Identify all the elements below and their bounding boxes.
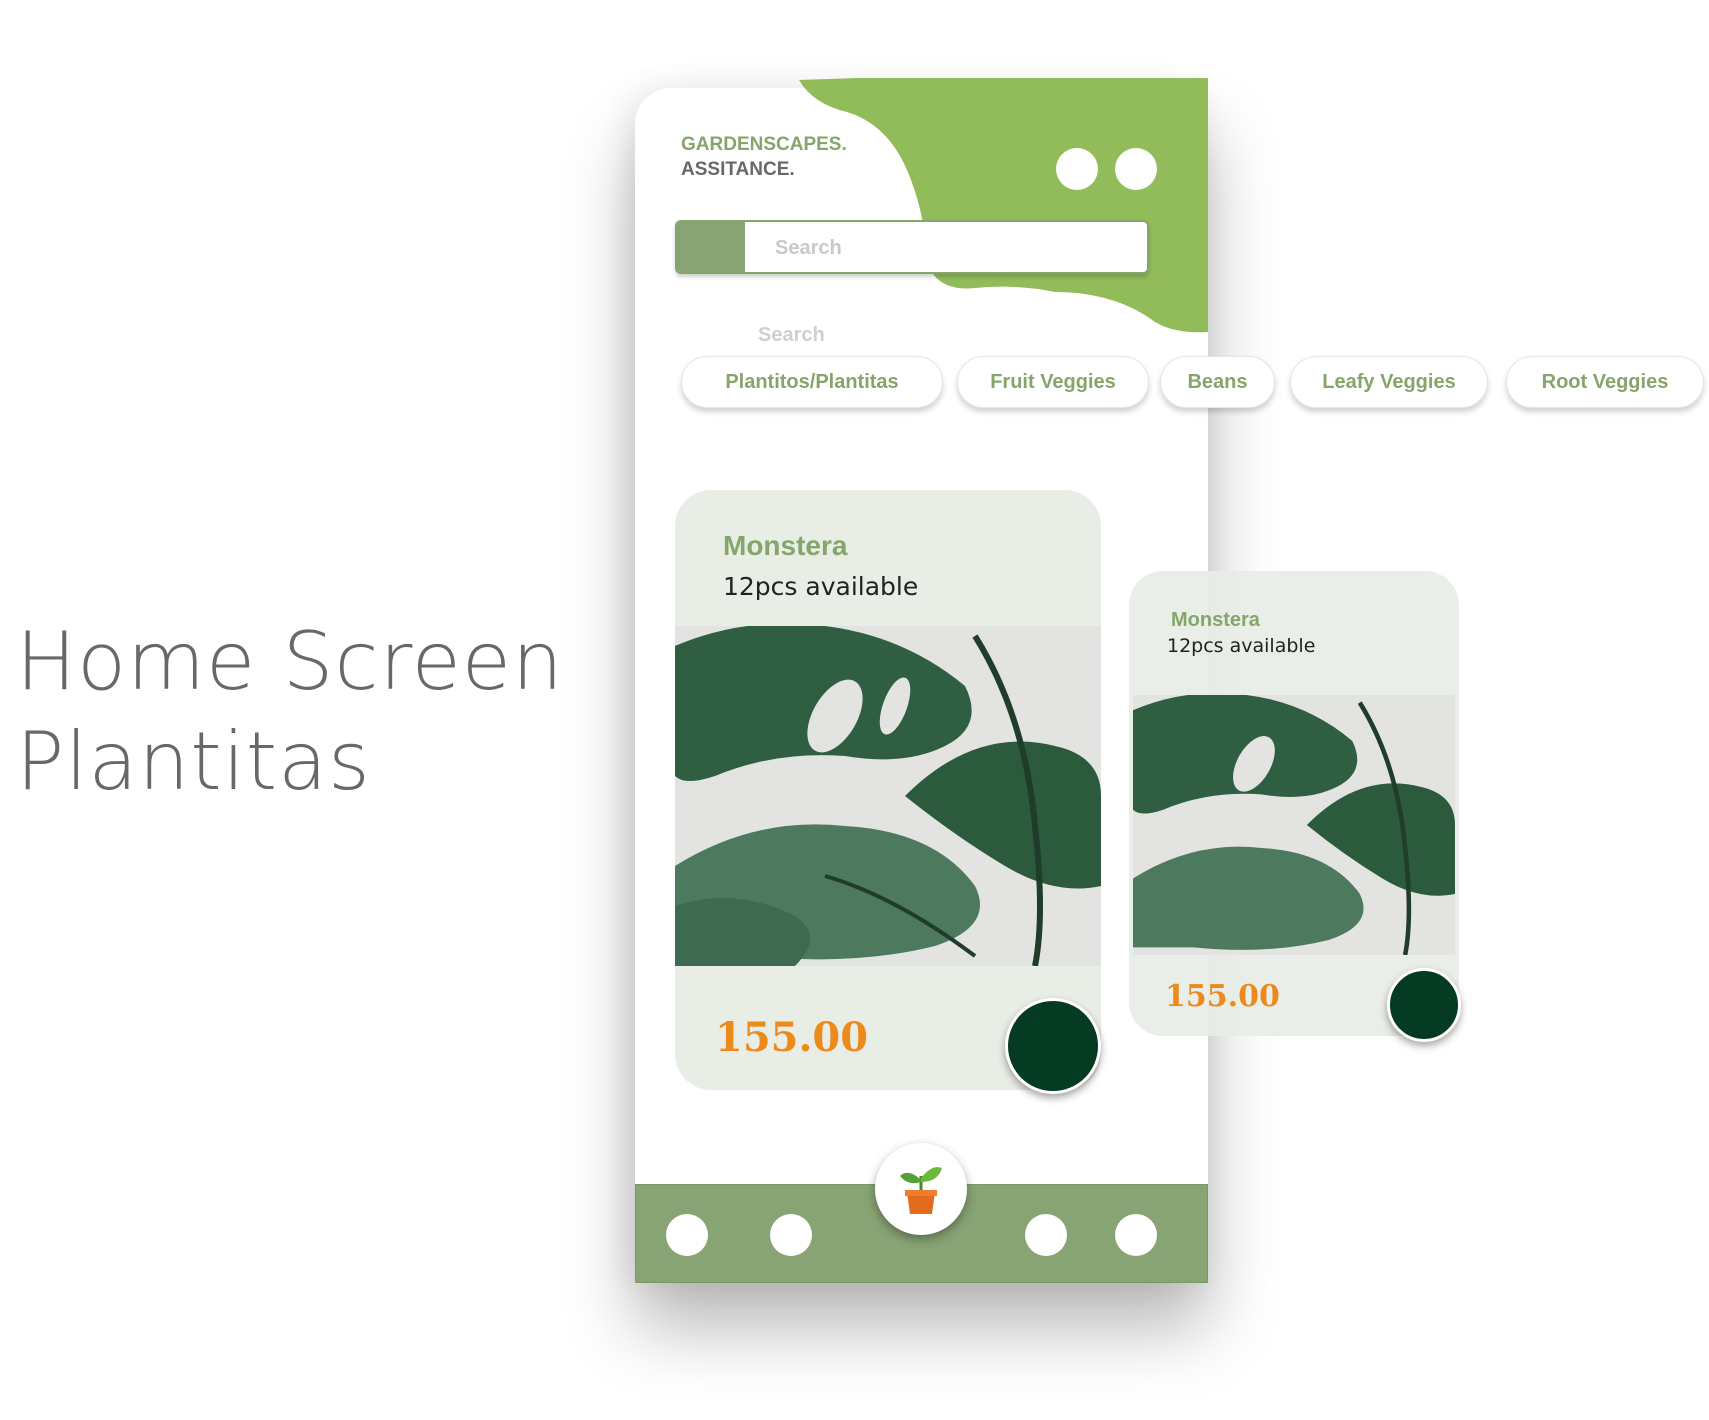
header-blob [799, 78, 1208, 333]
search-input[interactable] [773, 222, 1127, 272]
caption-line-2: Plantitas [16, 715, 371, 808]
header-action-icon-1[interactable] [1056, 148, 1098, 190]
preview-product-availability: 12pcs available [1167, 635, 1316, 657]
preview-product-name: Monstera [1171, 609, 1260, 631]
category-chip-leafy-veggies[interactable]: Leafy Veggies [1290, 356, 1488, 408]
home-plant-button[interactable] [875, 1143, 967, 1235]
nav-item-3-icon[interactable] [1025, 1214, 1067, 1256]
brand-title: GARDENSCAPES. ASSITANCE. [681, 132, 847, 182]
preview-add-to-cart-button[interactable] [1387, 968, 1461, 1042]
search-icon[interactable] [677, 222, 745, 272]
screen-caption: Home Screen Plantitas [16, 612, 564, 812]
product-price: 155.00 [715, 1014, 869, 1061]
product-card-preview[interactable]: Monstera 12pcs available 155.00 [1129, 571, 1461, 1042]
brand-line-2: ASSITANCE. [681, 159, 795, 180]
category-chip-beans[interactable]: Beans [1160, 356, 1275, 408]
caption-line-1: Home Screen [16, 615, 564, 708]
preview-product-price: 155.00 [1165, 979, 1280, 1014]
nav-item-1-icon[interactable] [666, 1214, 708, 1256]
product-image [675, 626, 1101, 966]
product-name: Monstera [723, 530, 848, 561]
plant-pot-icon [900, 1167, 942, 1214]
preview-product-image [1133, 695, 1455, 955]
search-hint-label: Search [758, 324, 825, 346]
category-chip-plantitos[interactable]: Plantitos/Plantitas [681, 356, 943, 408]
product-availability: 12pcs available [723, 572, 919, 601]
product-card[interactable]: Monstera 12pcs available 155.00 [675, 490, 1101, 1094]
category-chip-fruit-veggies[interactable]: Fruit Veggies [957, 356, 1149, 408]
brand-line-1: GARDENSCAPES. [681, 134, 847, 155]
nav-item-2-icon[interactable] [770, 1214, 812, 1256]
search-bar [675, 220, 1149, 274]
phone-screen: GARDENSCAPES. ASSITANCE. Search Plantito… [635, 78, 1704, 1283]
add-to-cart-button[interactable] [1005, 998, 1101, 1094]
header-action-icon-2[interactable] [1115, 148, 1157, 190]
category-chip-root-veggies[interactable]: Root Veggies [1506, 356, 1704, 408]
nav-item-4-icon[interactable] [1115, 1214, 1157, 1256]
